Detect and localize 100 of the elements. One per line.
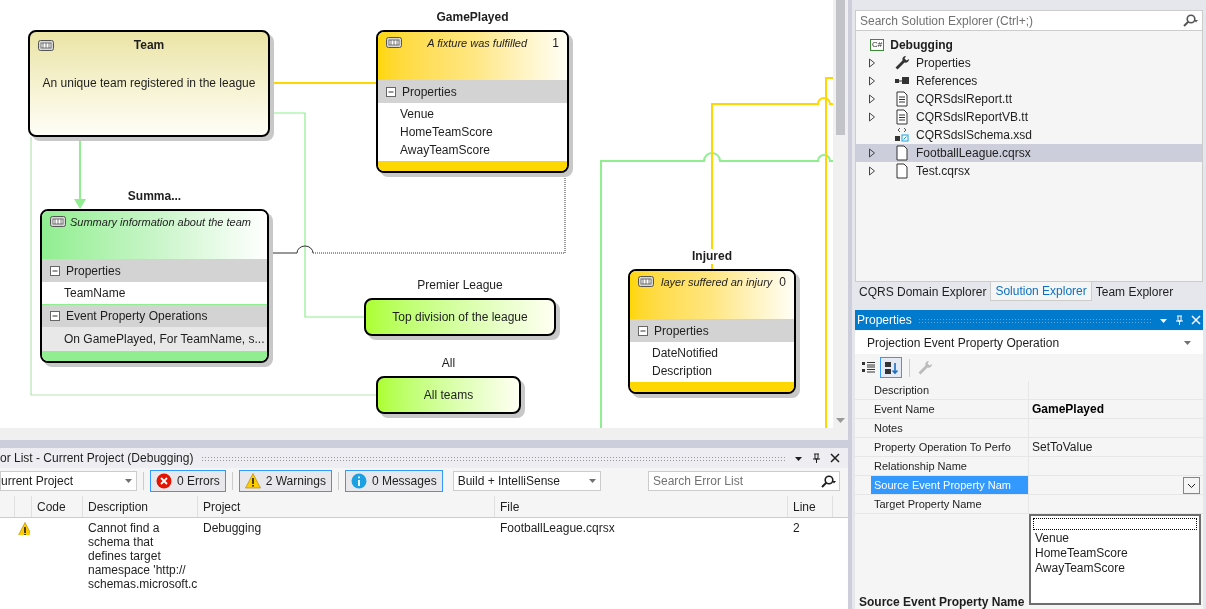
document-icon	[894, 91, 910, 107]
tree-item[interactable]: Test.cqrsx	[856, 162, 1202, 180]
aggregate-icon	[38, 39, 54, 51]
document-icon	[894, 145, 910, 161]
horizontal-scrollbar[interactable]	[0, 428, 848, 440]
collapse-toggle-icon[interactable]	[638, 325, 648, 336]
column-header[interactable]: File	[495, 496, 788, 517]
schema-icon	[894, 127, 910, 143]
message-icon	[350, 473, 367, 489]
collapse-toggle-icon[interactable]	[50, 311, 60, 321]
node-description: layer suffered an injury	[660, 276, 774, 289]
property-value[interactable]: GamePlayed	[1032, 400, 1105, 418]
alphabetical-button[interactable]	[880, 357, 902, 378]
column-header[interactable]: Description	[83, 496, 198, 517]
column-header[interactable]: Project	[198, 496, 495, 517]
object-dropdown[interactable]: Projection Event Property Operation	[855, 331, 1203, 354]
tree-item[interactable]: FootballLeague.cqrsx	[856, 144, 1202, 162]
filter-toggle[interactable]: 0 Errors	[150, 470, 226, 492]
search-icon[interactable]	[1183, 14, 1199, 27]
vertical-scrollbar[interactable]	[833, 0, 848, 428]
panel-tab[interactable]: Solution Explorer	[990, 282, 1092, 301]
event-icon	[386, 37, 402, 48]
table-cell: FootballLeague.cqrsx	[500, 521, 615, 535]
wrench-icon	[894, 55, 910, 71]
event-icon	[638, 276, 654, 287]
tree-item[interactable]: CQRSdslSchema.xsd	[856, 126, 1202, 144]
scope-dropdown[interactable]: urrent Project	[0, 471, 137, 491]
node-title: Team	[133, 37, 165, 54]
node-description: Top division of the league	[392, 309, 528, 326]
node-label: Injured	[690, 249, 734, 264]
expander-icon[interactable]	[868, 112, 876, 122]
project-icon: C#	[870, 39, 885, 51]
node-description: An unique team registered in the league	[42, 75, 256, 92]
table-cell: Debugging	[203, 521, 262, 535]
property-name[interactable]: Notes	[871, 419, 1029, 437]
node-description: A fixture was fulfilled	[426, 37, 529, 50]
collapse-toggle-icon[interactable]	[50, 265, 60, 276]
sort-icon	[883, 360, 899, 375]
section-title: Properties	[66, 262, 121, 280]
table-cell: Cannot find a schema that defines target namespace 'http:// schemas.microsoft.c	[88, 521, 198, 591]
dropdown-option[interactable]: HomeTeamScore	[1033, 546, 1197, 561]
node-description: All teams	[423, 387, 474, 404]
filter-toggle[interactable]: 0 Messages	[344, 470, 443, 492]
search-field[interactable]: Search Error List	[648, 471, 840, 491]
property-name[interactable]: Event Name	[871, 400, 1029, 418]
panel-title: or List - Current Project (Debugging)	[0, 450, 194, 467]
panel-tab[interactable]: Team Explorer	[1091, 282, 1178, 301]
caret-icon	[125, 479, 132, 483]
warning-icon	[244, 473, 261, 489]
caret-icon	[1184, 340, 1191, 345]
pin-icon[interactable]	[811, 452, 822, 464]
expander-icon[interactable]	[868, 166, 876, 176]
property-value[interactable]: SetToValue	[1032, 438, 1093, 456]
tree-item[interactable]: Properties	[856, 54, 1202, 72]
dropdown-button-icon[interactable]	[1183, 476, 1200, 494]
section-title: Event Property Operations	[66, 308, 208, 325]
property-name[interactable]: Target Property Name	[871, 495, 1029, 513]
tree-item[interactable]: CQRSdslReport.tt	[856, 90, 1202, 108]
property-name[interactable]: Description	[871, 381, 1029, 399]
filter-toggle[interactable]: 2 Warnings	[238, 470, 332, 492]
tree-item[interactable]: C# Debugging	[856, 36, 1202, 54]
categorized-icon[interactable]	[861, 359, 877, 376]
property-name[interactable]: Relationship Name	[871, 457, 1029, 475]
warning-icon	[17, 522, 30, 535]
panel-title: Properties	[857, 312, 912, 329]
scrollbar-thumb[interactable]	[836, 0, 845, 135]
caret-icon	[588, 479, 596, 483]
expander-icon[interactable]	[868, 148, 876, 158]
node-description: Summary information about the team	[70, 216, 251, 229]
column-header[interactable]: Line	[788, 496, 833, 517]
dropdown-option[interactable]: AwayTeamScore	[1033, 561, 1197, 576]
expander-icon[interactable]	[868, 76, 876, 86]
dropdown-option[interactable]: Venue	[1033, 531, 1197, 546]
expander-icon[interactable]	[868, 58, 876, 68]
search-icon[interactable]	[821, 475, 837, 488]
property-item[interactable]: DateNotified	[652, 344, 719, 362]
event-count: 0	[779, 276, 786, 289]
property-item[interactable]: TeamName	[64, 284, 126, 302]
column-header[interactable]: Code	[32, 496, 83, 517]
event-count: 1	[552, 37, 559, 50]
property-name[interactable]: Property Operation To Perfo	[871, 438, 1029, 456]
property-item[interactable]: Venue	[400, 105, 435, 123]
property-item[interactable]: HomeTeamScore	[400, 123, 493, 141]
tree-item[interactable]: CQRSdslReportVB.tt	[856, 108, 1202, 126]
table-cell: 2	[793, 521, 800, 535]
close-icon[interactable]	[830, 453, 840, 463]
node-label: Premier League	[415, 278, 505, 293]
property-item[interactable]: Description	[652, 362, 713, 380]
error-icon	[156, 473, 172, 489]
dropdown-list[interactable]: Venue HomeTeamScore AwayTeamScore	[1029, 514, 1201, 605]
property-item[interactable]: AwayTeamScore	[400, 141, 490, 159]
tree-item[interactable]: References	[856, 72, 1202, 90]
projection-icon	[50, 216, 66, 227]
source-dropdown[interactable]: Build + IntelliSense	[452, 471, 601, 491]
panel-tab[interactable]: CQRS Domain Explorer	[855, 282, 991, 301]
collapse-toggle-icon[interactable]	[386, 86, 396, 97]
expander-icon[interactable]	[868, 94, 876, 104]
section-title: Properties	[654, 322, 709, 340]
search-field[interactable]: Search Solution Explorer (Ctrl+;)	[855, 10, 1203, 31]
document-icon	[894, 109, 910, 125]
